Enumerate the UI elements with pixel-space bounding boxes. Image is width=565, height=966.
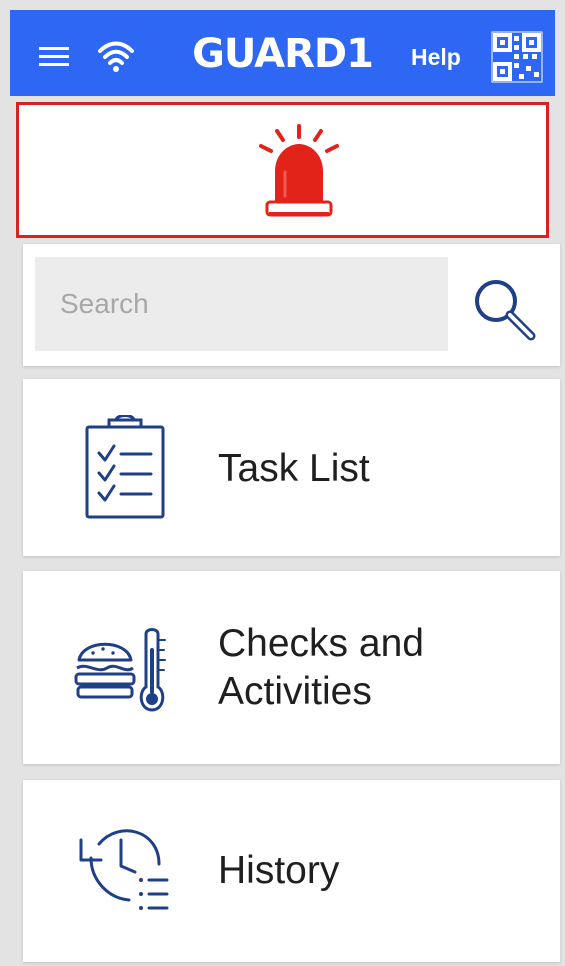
history-tile[interactable]: History [23, 780, 560, 962]
checks-activities-label: Checks and Activities [218, 622, 424, 713]
history-clock-icon [79, 829, 169, 910]
search-card [23, 244, 560, 366]
task-list-tile[interactable]: Task List [23, 379, 560, 556]
qr-code-icon[interactable] [490, 30, 544, 84]
brand-title: GUARD1 [192, 31, 374, 77]
search-icon[interactable] [471, 276, 539, 344]
alarm-light-icon[interactable] [251, 123, 347, 221]
meal-thermometer-icon [74, 628, 166, 712]
task-list-label: Task List [218, 447, 370, 490]
clipboard-checklist-icon [85, 415, 165, 519]
help-link[interactable]: Help [411, 43, 461, 71]
top-app-bar: GUARD1 Help [10, 10, 555, 96]
search-input[interactable] [35, 257, 448, 351]
alarm-panel[interactable] [16, 102, 549, 238]
checks-activities-tile[interactable]: Checks and Activities [23, 571, 560, 764]
history-label: History [218, 849, 340, 892]
